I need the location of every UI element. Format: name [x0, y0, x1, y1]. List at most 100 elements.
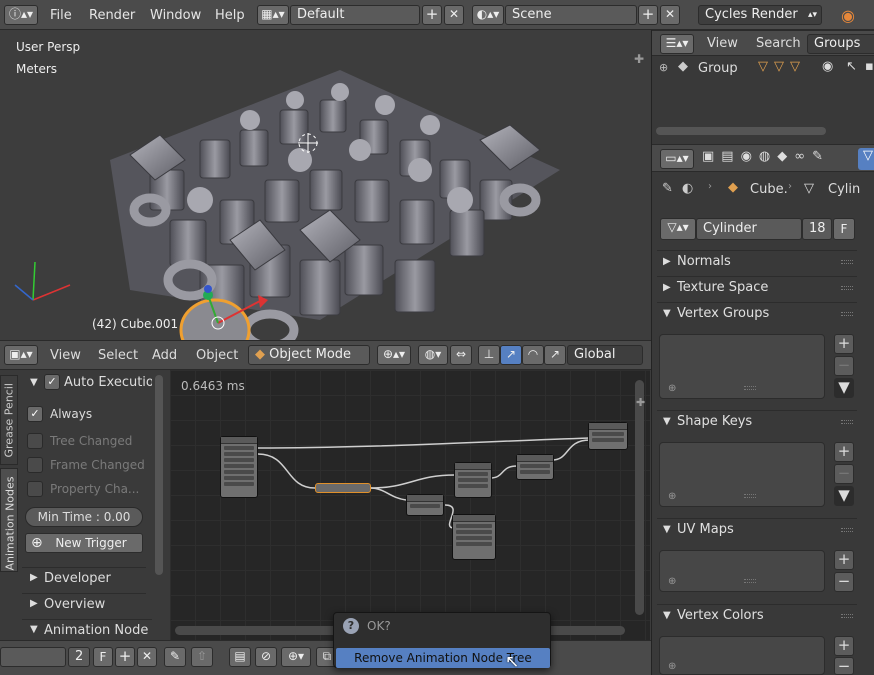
node-output[interactable]	[588, 422, 628, 450]
vertex-colors-panel-header[interactable]: ▼ Vertex Colors	[657, 604, 857, 626]
editor-type-button[interactable]: ▣▴▾	[4, 345, 38, 365]
add-vertex-color-button[interactable]: +	[834, 636, 854, 656]
vertex-colors-list[interactable]: ⊕	[659, 636, 825, 675]
list-resize-grip[interactable]	[744, 579, 756, 583]
plus-icon[interactable]: ✚	[634, 52, 644, 66]
camera-icon[interactable]: ▪	[865, 59, 874, 74]
orientation-select[interactable]: Global	[567, 345, 643, 365]
menu-select[interactable]: Select	[98, 348, 138, 363]
snap-mode-button[interactable]: ⊕▾	[281, 647, 311, 667]
remove-shape-key-button[interactable]: −	[834, 464, 854, 484]
expand-plus-icon[interactable]: ⊕	[659, 61, 668, 74]
parent-icon[interactable]: ⇧	[191, 647, 213, 667]
node-vector-math[interactable]	[454, 462, 492, 498]
node-transform[interactable]	[516, 454, 554, 480]
translate-toggle[interactable]: ⊥	[478, 345, 500, 365]
pin-icon[interactable]: ✎	[662, 181, 673, 196]
uv-maps-panel-header[interactable]: ▼ UV Maps	[657, 518, 857, 540]
rotate-toggle[interactable]: ↗	[500, 345, 522, 365]
add-uv-map-button[interactable]: +	[834, 550, 854, 570]
transform-extra-toggle[interactable]: ↗	[544, 345, 566, 365]
uv-maps-list[interactable]: ⊕	[659, 550, 825, 592]
overview-panel-header[interactable]: ▶ Overview	[22, 593, 146, 615]
menu-help[interactable]: Help	[215, 8, 245, 23]
texture-space-panel-header[interactable]: ▶ Texture Space	[657, 276, 857, 298]
add-scene-button[interactable]: +	[638, 5, 658, 25]
plus-icon[interactable]: ✚	[636, 396, 645, 409]
manipulator-toggle[interactable]: ⇔	[450, 345, 472, 365]
remove-scene-button[interactable]: ✕	[660, 5, 680, 25]
remove-uv-map-button[interactable]: −	[834, 572, 854, 592]
node-matrix[interactable]	[452, 514, 496, 560]
layout-selector-button[interactable]: ▦▴▾	[257, 5, 289, 25]
vertex-groups-panel-header[interactable]: ▼ Vertex Groups	[657, 302, 857, 324]
scale-toggle[interactable]: ◠	[522, 345, 544, 365]
shading-button[interactable]: ⊕▴▾	[377, 345, 411, 365]
pin-icon[interactable]: ✎	[164, 647, 186, 667]
min-time-field[interactable]: Min Time : 0.00	[25, 507, 143, 527]
mesh-fake-user-button[interactable]: F	[833, 218, 855, 240]
menu-view[interactable]: View	[50, 348, 81, 363]
outliner-display-mode-select[interactable]: Groups	[807, 34, 874, 54]
drag-grip-icon[interactable]	[841, 528, 853, 532]
list-resize-grip[interactable]	[744, 494, 756, 498]
menu-render[interactable]: Render	[89, 8, 135, 23]
mesh-name-field[interactable]: Cylinder	[696, 218, 802, 240]
drag-grip-icon[interactable]	[841, 260, 853, 264]
pivot-button[interactable]: ◍▾	[418, 345, 448, 365]
add-layout-button[interactable]: +	[422, 5, 442, 25]
node-loop[interactable]	[315, 483, 371, 493]
outliner-group-row[interactable]: ⊕ ◆ Group ▽▽▽ ◉ ↖ ▪	[652, 58, 874, 80]
data-tab-icon[interactable]: ▽	[858, 148, 874, 170]
frame-field-left[interactable]	[0, 647, 66, 667]
drag-grip-icon[interactable]	[841, 420, 853, 424]
snap-toggle-icon[interactable]: ⊘	[255, 647, 277, 667]
vertex-groups-list[interactable]: ⊕	[659, 334, 825, 399]
menu-add[interactable]: Add	[152, 348, 177, 363]
new-trigger-button[interactable]: ⊕ New Trigger	[25, 533, 143, 553]
unlink-node-tree-button[interactable]: ✕	[137, 647, 157, 667]
tool-shelf-scrollbar[interactable]	[155, 375, 163, 575]
list-resize-grip[interactable]	[744, 386, 756, 390]
menu-window[interactable]: Window	[150, 8, 201, 23]
node-editor-canvas[interactable]: 0.6463 ms ✚	[170, 370, 650, 640]
drag-grip-icon[interactable]	[841, 286, 853, 290]
vertex-group-specials-button[interactable]: ▼	[834, 378, 854, 398]
shape-key-specials-button[interactable]: ▼	[834, 486, 854, 506]
remove-vertex-group-button[interactable]: −	[834, 356, 854, 376]
property-changed-checkbox[interactable]	[27, 481, 43, 497]
drag-grip-icon[interactable]	[841, 312, 853, 316]
menu-object[interactable]: Object	[196, 348, 238, 363]
backdrop-icon[interactable]: ▤	[229, 647, 251, 667]
outliner-menu-view[interactable]: View	[707, 36, 738, 51]
always-checkbox[interactable]: ✓	[27, 406, 43, 422]
shape-keys-panel-header[interactable]: ▼ Shape Keys	[657, 410, 857, 432]
add-shape-key-button[interactable]: +	[834, 442, 854, 462]
frame-changed-checkbox[interactable]	[27, 457, 43, 473]
new-node-tree-button[interactable]: +	[115, 647, 135, 667]
add-vertex-group-button[interactable]: +	[834, 334, 854, 354]
cursor-icon[interactable]: ↖	[846, 59, 857, 74]
developer-panel-header[interactable]: ▶ Developer	[22, 567, 146, 589]
anim-node-tree-panel-header[interactable]: ▼ Animation Node T	[22, 619, 152, 641]
remove-vertex-color-button[interactable]: −	[834, 657, 854, 675]
remove-layout-button[interactable]: ✕	[444, 5, 464, 25]
shape-keys-list[interactable]: ⊕	[659, 442, 825, 507]
drag-grip-icon[interactable]	[841, 614, 853, 618]
auto-execution-checkbox[interactable]: ✓	[44, 374, 60, 390]
mesh-browse-button[interactable]: ▽▴▾	[660, 218, 696, 240]
vertical-scrollbar[interactable]	[635, 380, 644, 615]
editor-type-button[interactable]: ☰▴▾	[660, 34, 694, 54]
editor-type-button[interactable]: ▭▴▾	[660, 149, 694, 169]
scene-name-field[interactable]: Scene	[505, 5, 637, 25]
normals-panel-header[interactable]: ▶ Normals	[657, 250, 857, 272]
fake-user-button[interactable]: F	[93, 647, 113, 667]
layout-name-field[interactable]: Default	[290, 5, 420, 25]
scene-selector-button[interactable]: ◐▴▾	[472, 5, 504, 25]
triangle-down-icon[interactable]: ▼	[30, 377, 38, 388]
mode-select[interactable]: ◆ Object Mode	[248, 345, 370, 365]
node-tree-users-field[interactable]: 2	[68, 647, 90, 667]
render-engine-select[interactable]: Cycles Render ▴▾	[698, 5, 822, 25]
node-object-list[interactable]	[220, 436, 258, 498]
node-combine[interactable]	[406, 494, 444, 516]
